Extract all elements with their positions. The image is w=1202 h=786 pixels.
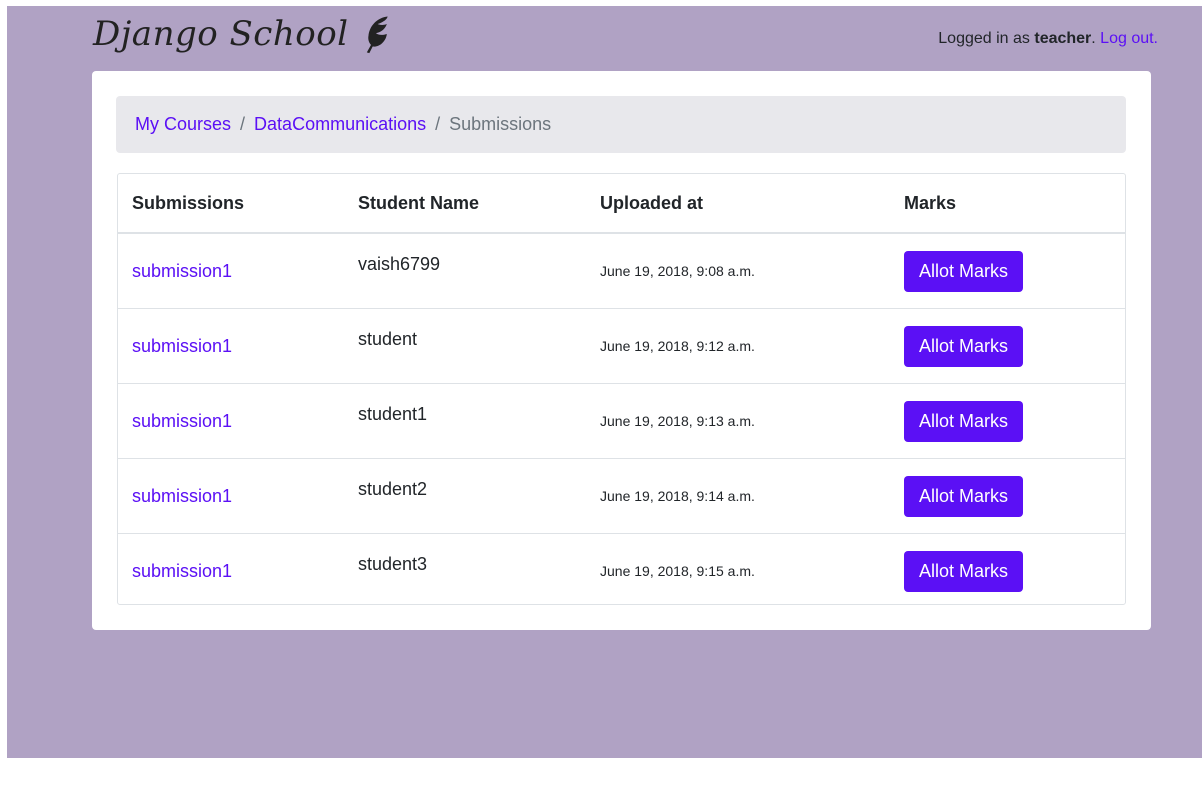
- header-marks: Marks: [890, 174, 1125, 234]
- table-row: submission1 student3 June 19, 2018, 9:15…: [118, 533, 1125, 604]
- auth-status: Logged in as teacher. Log out.: [938, 30, 1158, 48]
- header-submissions: Submissions: [118, 174, 344, 234]
- allot-marks-button[interactable]: Allot Marks: [904, 325, 1024, 367]
- uploaded-at: June 19, 2018, 9:13 a.m.: [586, 383, 890, 459]
- feather-icon: [366, 16, 388, 54]
- allot-marks-button[interactable]: Allot Marks: [904, 475, 1024, 517]
- submission-link[interactable]: submission1: [132, 336, 232, 356]
- uploaded-at: June 19, 2018, 9:08 a.m.: [600, 263, 755, 279]
- uploaded-at: June 19, 2018, 9:15 a.m.: [586, 533, 890, 604]
- breadcrumb-my-courses[interactable]: My Courses: [135, 114, 231, 135]
- submission-link[interactable]: submission1: [132, 486, 232, 506]
- student-name: student3: [358, 553, 428, 574]
- table-row: submission1 student June 19, 2018, 9:12 …: [118, 308, 1125, 384]
- content-card: My Courses / DataCommunications / Submis…: [92, 71, 1151, 630]
- breadcrumb-separator: /: [435, 114, 441, 134]
- breadcrumb: My Courses / DataCommunications / Submis…: [116, 96, 1126, 153]
- breadcrumb-separator: /: [240, 114, 246, 134]
- submissions-table: Submissions Student Name Uploaded at Mar…: [117, 173, 1126, 605]
- allot-marks-button[interactable]: Allot Marks: [904, 400, 1024, 442]
- breadcrumb-current: Submissions: [449, 114, 552, 134]
- uploaded-at: June 19, 2018, 9:12 a.m.: [586, 308, 890, 384]
- page-background: Django School Logged in as teacher. Log …: [7, 6, 1202, 758]
- table-row: submission1 student2 June 19, 2018, 9:14…: [118, 458, 1125, 534]
- breadcrumb-course[interactable]: DataCommunications: [254, 114, 426, 135]
- header-student-name: Student Name: [344, 174, 586, 234]
- allot-marks-button[interactable]: Allot Marks: [904, 250, 1024, 292]
- table-header-row: Submissions Student Name Uploaded at Mar…: [118, 174, 1125, 234]
- student-name: student: [358, 328, 418, 349]
- student-name: student2: [358, 478, 428, 499]
- table-row: submission1 student1 June 19, 2018, 9:13…: [118, 383, 1125, 459]
- uploaded-at: June 19, 2018, 9:14 a.m.: [586, 458, 890, 534]
- auth-prefix: Logged in as: [938, 30, 1035, 47]
- table-row: submission1 vaish6799 June 19, 2018, 9:0…: [118, 233, 1125, 309]
- submission-link[interactable]: submission1: [132, 261, 232, 281]
- student-name: vaish6799: [358, 253, 441, 274]
- allot-marks-button[interactable]: Allot Marks: [904, 550, 1024, 592]
- username: teacher: [1034, 30, 1092, 47]
- header-uploaded-at: Uploaded at: [586, 174, 890, 234]
- submission-link[interactable]: submission1: [132, 561, 232, 581]
- brand-link[interactable]: Django School: [93, 6, 393, 62]
- brand-title: Django School: [93, 14, 349, 54]
- logout-link[interactable]: Log out.: [1100, 30, 1158, 47]
- student-name: student1: [358, 403, 428, 424]
- submission-link[interactable]: submission1: [132, 411, 232, 431]
- auth-suffix: .: [1091, 30, 1101, 47]
